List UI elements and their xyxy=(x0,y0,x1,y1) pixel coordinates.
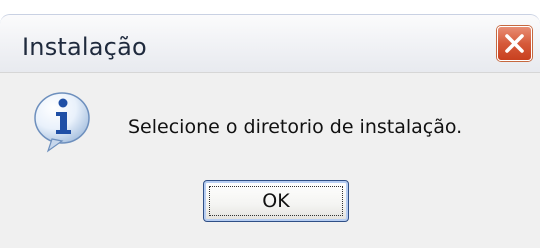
info-icon xyxy=(34,92,90,153)
ok-button-label: OK xyxy=(209,186,343,216)
ok-button[interactable]: OK xyxy=(203,180,349,222)
close-button[interactable] xyxy=(497,26,532,61)
dialog-body: Selecione o diretorio de instalação. OK xyxy=(0,72,540,248)
close-icon xyxy=(505,34,524,53)
title-bar[interactable]: Instalação xyxy=(0,14,540,72)
message-dialog: Instalação Selecione o diretorio de inst… xyxy=(0,0,540,248)
dialog-message: Selecione o diretorio de instalação. xyxy=(128,116,463,138)
window-title: Instalação xyxy=(22,33,147,61)
